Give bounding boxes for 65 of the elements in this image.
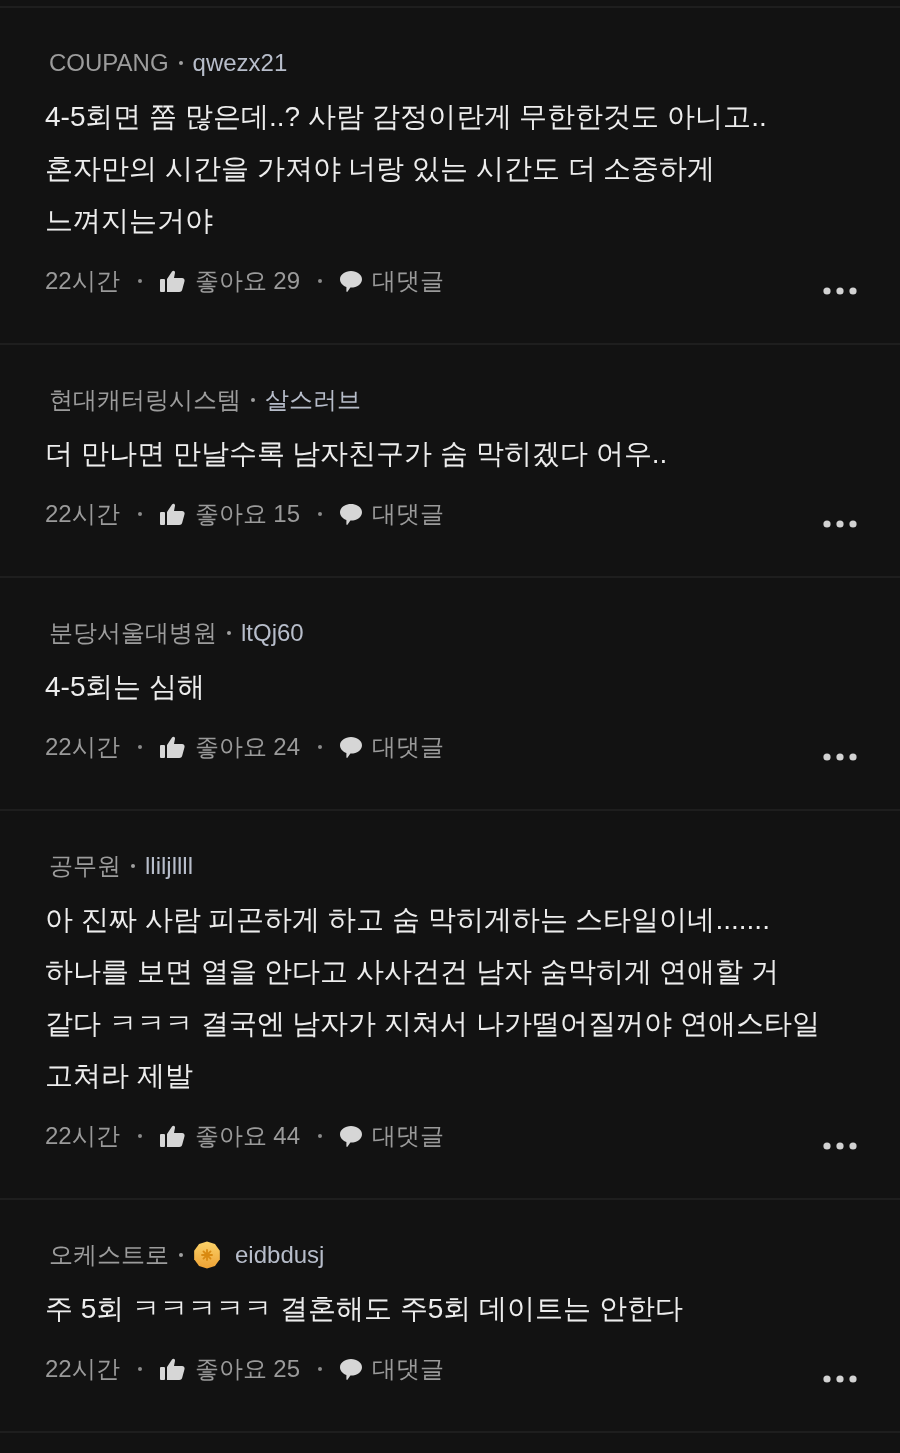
- more-button[interactable]: [823, 1142, 857, 1150]
- comment-text: 주 5회 ㅋㅋㅋㅋㅋ 결혼해도 주5회 데이트는 안한다: [45, 1292, 684, 1326]
- separator-dot-icon: [137, 1134, 142, 1138]
- reply-button[interactable]: 대댓글: [340, 498, 445, 530]
- thumbs-up-icon: [159, 1125, 185, 1147]
- like-button[interactable]: 좋아요 25: [159, 1353, 301, 1385]
- company-name: 공무원: [49, 851, 121, 881]
- more-options-icon: [823, 1142, 857, 1150]
- like-button[interactable]: 좋아요 29: [159, 265, 301, 297]
- separator-dot-icon: [318, 745, 323, 749]
- separator-dot-icon: [131, 864, 135, 868]
- timestamp: 22시간: [45, 1354, 120, 1384]
- separator-dot-icon: [318, 1134, 323, 1138]
- username[interactable]: eidbdusj: [235, 1241, 325, 1269]
- username[interactable]: qwezx21: [192, 49, 288, 77]
- timestamp: 22시간: [45, 266, 120, 296]
- more-button[interactable]: [823, 287, 857, 295]
- timestamp: 22시간: [45, 499, 120, 529]
- more-options-icon: [823, 520, 857, 528]
- timestamp: 22시간: [45, 1121, 120, 1151]
- speech-bubble-icon: [340, 503, 363, 525]
- like-button[interactable]: 좋아요 44: [159, 1120, 301, 1152]
- thumbs-up-icon: [159, 736, 185, 758]
- separator-dot-icon: [179, 1253, 183, 1257]
- like-button[interactable]: 좋아요 15: [159, 498, 301, 530]
- separator-dot-icon: [227, 631, 231, 635]
- separator-dot-icon: [318, 512, 323, 516]
- speech-bubble-icon: [340, 1358, 363, 1380]
- more-options-icon: [823, 1375, 857, 1383]
- separator-dot-icon: [137, 745, 142, 749]
- comment-text: 더 만나면 만날수록 남자친구가 숨 막히겠다 어우..: [45, 437, 669, 471]
- separator-dot-icon: [318, 1367, 323, 1371]
- more-options-icon: [823, 753, 857, 761]
- speech-bubble-icon: [340, 1125, 363, 1147]
- separator-dot-icon: [251, 398, 255, 402]
- thumbs-up-icon: [159, 1358, 185, 1380]
- company-name: 현대캐터링시스템: [49, 385, 241, 415]
- separator-dot-icon: [178, 61, 183, 65]
- like-button[interactable]: 좋아요 24: [159, 731, 301, 763]
- more-options-icon: [823, 287, 857, 295]
- more-button[interactable]: [823, 1375, 857, 1383]
- company-name: COUPANG: [49, 49, 169, 77]
- separator-dot-icon: [137, 512, 142, 516]
- username[interactable]: 살스러브: [265, 384, 361, 416]
- thumbs-up-icon: [159, 503, 185, 525]
- speech-bubble-icon: [340, 736, 363, 758]
- comment-text: 4-5회면 쫌 많은데..? 사람 감정이란게 무한한것도 아니고.. 혼자만의 시간을 가져야 너랑 있는 시간도 더 소중하게 느껴지는거야: [45, 100, 768, 238]
- more-button[interactable]: [823, 520, 857, 528]
- company-name: 오케스트로: [49, 1240, 169, 1270]
- company-name: 분당서울대병원: [49, 618, 217, 648]
- reply-button[interactable]: 대댓글: [340, 265, 445, 297]
- thumbs-up-icon: [159, 270, 185, 292]
- speech-bubble-icon: [340, 270, 363, 292]
- comment-text: 4-5회는 심해: [45, 670, 207, 704]
- separator-dot-icon: [318, 279, 323, 283]
- more-button[interactable]: [823, 753, 857, 761]
- timestamp: 22시간: [45, 732, 120, 762]
- reply-button[interactable]: 대댓글: [340, 1120, 445, 1152]
- separator-dot-icon: [137, 1367, 142, 1371]
- reply-button[interactable]: 대댓글: [340, 731, 445, 763]
- separator-dot-icon: [137, 279, 142, 283]
- username[interactable]: ltQj60: [241, 619, 304, 647]
- comment-text: 아 진짜 사람 피곤하게 하고 숨 막히게하는 스타일이네....... 하나를 보면 열을 안다고 사사건건 남자 숨막히게 연애할 거 같다 ㅋㅋㅋ 결국엔 남자가 지쳐서 나가떨어질꺼야 연애스타일 고쳐라 제발: [45, 903, 821, 1093]
- username[interactable]: lliljllll: [145, 852, 193, 880]
- reply-button[interactable]: 대댓글: [340, 1353, 445, 1385]
